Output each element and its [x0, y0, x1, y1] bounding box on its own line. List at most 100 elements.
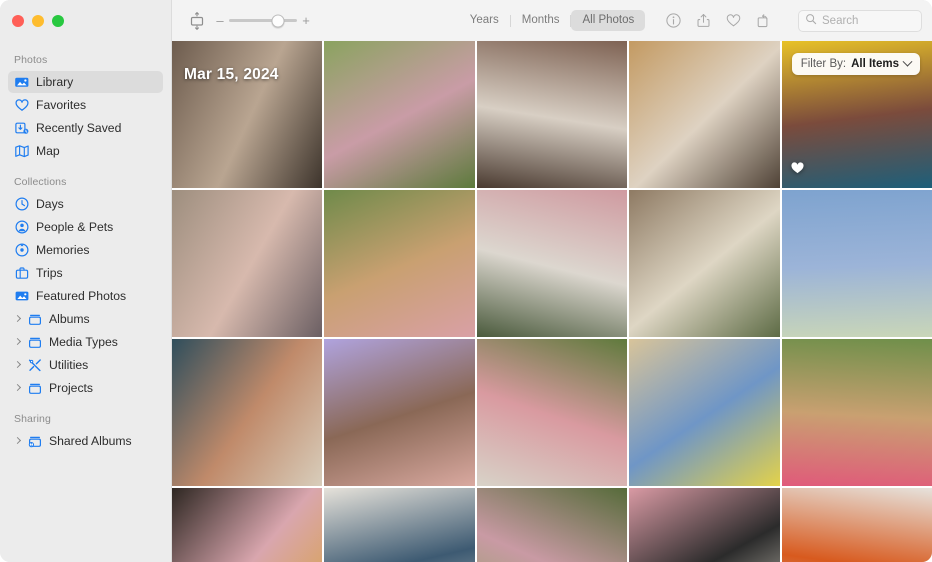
- trips-icon: [14, 265, 30, 281]
- sidebar-item-recently-saved[interactable]: Recently Saved: [8, 117, 163, 139]
- tab-all-photos[interactable]: All Photos: [571, 10, 646, 31]
- photo-image: [324, 488, 475, 562]
- photo-image: [476, 488, 628, 562]
- people-icon: [14, 219, 30, 235]
- zoom-out-label[interactable]: –: [216, 14, 224, 27]
- photo-thumbnail[interactable]: [629, 488, 780, 562]
- map-icon: [14, 143, 30, 159]
- sidebar-item-people-and-pets[interactable]: People & Pets: [8, 216, 163, 238]
- photo-image: [629, 41, 780, 188]
- share-icon[interactable]: [695, 12, 712, 30]
- maximize-button[interactable]: [52, 14, 64, 27]
- photo-image: [629, 488, 780, 562]
- sidebar-item-media-types[interactable]: Media Types: [8, 331, 163, 353]
- photo-grid-area[interactable]: Mar 15, 2024 Filter By: All Items: [172, 41, 932, 562]
- photo-thumbnail[interactable]: [629, 190, 780, 337]
- search-field[interactable]: [798, 9, 922, 32]
- chevron-right-icon[interactable]: [14, 381, 23, 395]
- album-icon: [27, 311, 43, 327]
- tab-months[interactable]: Months: [511, 10, 571, 31]
- rotate-icon[interactable]: [755, 12, 772, 30]
- info-icon[interactable]: [665, 12, 682, 30]
- sidebar-item-label: Library: [36, 75, 74, 89]
- close-button[interactable]: [12, 14, 24, 27]
- photo-thumbnail[interactable]: [781, 339, 932, 486]
- sidebar-item-library[interactable]: Library: [8, 71, 163, 93]
- photo-thumbnail[interactable]: [476, 339, 628, 486]
- shared-album-icon: [27, 433, 43, 449]
- sidebar-item-label: Days: [36, 197, 64, 211]
- photos-window: – + Years Months All Photos Search Photo…: [0, 0, 932, 562]
- photo-thumbnail[interactable]: [476, 190, 628, 337]
- sidebar[interactable]: Photos Library Favorites Recently Saved …: [0, 41, 172, 562]
- photo-thumbnail[interactable]: [172, 488, 323, 562]
- chevron-right-icon[interactable]: [14, 434, 23, 448]
- photo-image: [324, 41, 475, 188]
- tab-years[interactable]: Years: [459, 10, 510, 31]
- sidebar-item-projects[interactable]: Projects: [8, 377, 163, 399]
- filter-value-label: All Items: [851, 58, 899, 70]
- photo-thumbnail[interactable]: [629, 41, 780, 188]
- chevron-right-icon[interactable]: [14, 312, 23, 326]
- search-input[interactable]: [822, 14, 915, 27]
- chevron-right-icon[interactable]: [14, 358, 23, 372]
- recently-saved-icon: [14, 120, 30, 136]
- chevron-down-icon: [902, 56, 913, 67]
- zoom-slider-thumb[interactable]: [271, 14, 285, 27]
- album-icon: [27, 380, 43, 396]
- filter-by-dropdown[interactable]: Filter By: All Items: [791, 53, 920, 75]
- aspect-ratio-icon[interactable]: [186, 10, 208, 32]
- filter-prefix-label: Filter By:: [800, 58, 847, 70]
- photo-thumbnail[interactable]: [324, 41, 475, 188]
- sidebar-item-label: Shared Albums: [49, 434, 132, 448]
- photo-thumbnail[interactable]: [781, 488, 932, 562]
- sidebar-item-utilities[interactable]: Utilities: [8, 354, 163, 376]
- sidebar-section-sharing-title: Sharing: [14, 413, 51, 425]
- zoom-slider[interactable]: – +: [216, 14, 310, 27]
- photo-thumbnail[interactable]: [629, 339, 780, 486]
- toolbar: – + Years Months All Photos: [0, 0, 932, 41]
- photo-thumbnail[interactable]: [172, 41, 323, 188]
- photo-thumbnail[interactable]: [172, 339, 323, 486]
- sidebar-item-favorites[interactable]: Favorites: [8, 94, 163, 116]
- sidebar-item-label: Utilities: [49, 358, 89, 372]
- sidebar-item-featured-photos[interactable]: Featured Photos: [8, 285, 163, 307]
- photo-image: [172, 339, 323, 486]
- photo-image: [172, 488, 323, 562]
- sidebar-item-map[interactable]: Map: [8, 140, 163, 162]
- sidebar-item-label: Media Types: [49, 335, 118, 349]
- sidebar-item-days[interactable]: Days: [8, 193, 163, 215]
- sidebar-item-label: People & Pets: [36, 220, 114, 234]
- window-body: Photos Library Favorites Recently Saved …: [0, 41, 932, 562]
- photo-thumbnail[interactable]: [172, 190, 323, 337]
- photo-thumbnail[interactable]: [324, 488, 475, 562]
- photo-image: [476, 339, 628, 486]
- date-overlay-label: Mar 15, 2024: [184, 66, 279, 83]
- photo-thumbnail[interactable]: [324, 190, 475, 337]
- sidebar-item-trips[interactable]: Trips: [8, 262, 163, 284]
- zoom-slider-track[interactable]: [229, 14, 297, 27]
- photo-thumbnail[interactable]: [324, 339, 475, 486]
- minimize-button[interactable]: [32, 14, 44, 27]
- photo-image: [324, 190, 475, 337]
- favorite-heart-icon[interactable]: [725, 12, 742, 30]
- album-icon: [27, 334, 43, 350]
- chevron-right-icon[interactable]: [14, 335, 23, 349]
- sidebar-item-albums[interactable]: Albums: [8, 308, 163, 330]
- photo-thumbnail[interactable]: [476, 41, 628, 188]
- sidebar-section-photos-title: Photos: [14, 54, 48, 66]
- sidebar-item-shared-albums[interactable]: Shared Albums: [8, 430, 163, 452]
- photo-image: [781, 488, 932, 562]
- zoom-in-label[interactable]: +: [302, 14, 310, 27]
- sidebar-item-label: Favorites: [36, 98, 87, 112]
- library-icon: [14, 74, 30, 90]
- photo-thumbnail[interactable]: [781, 190, 932, 337]
- sidebar-section-collections-title: Collections: [14, 176, 67, 188]
- photo-thumbnail[interactable]: [476, 488, 628, 562]
- featured-photos-icon: [14, 288, 30, 304]
- favorite-badge-icon: [790, 160, 805, 180]
- toolbar-actions: [665, 9, 922, 32]
- sidebar-item-memories[interactable]: Memories: [8, 239, 163, 261]
- sidebar-item-label: Recently Saved: [36, 121, 122, 135]
